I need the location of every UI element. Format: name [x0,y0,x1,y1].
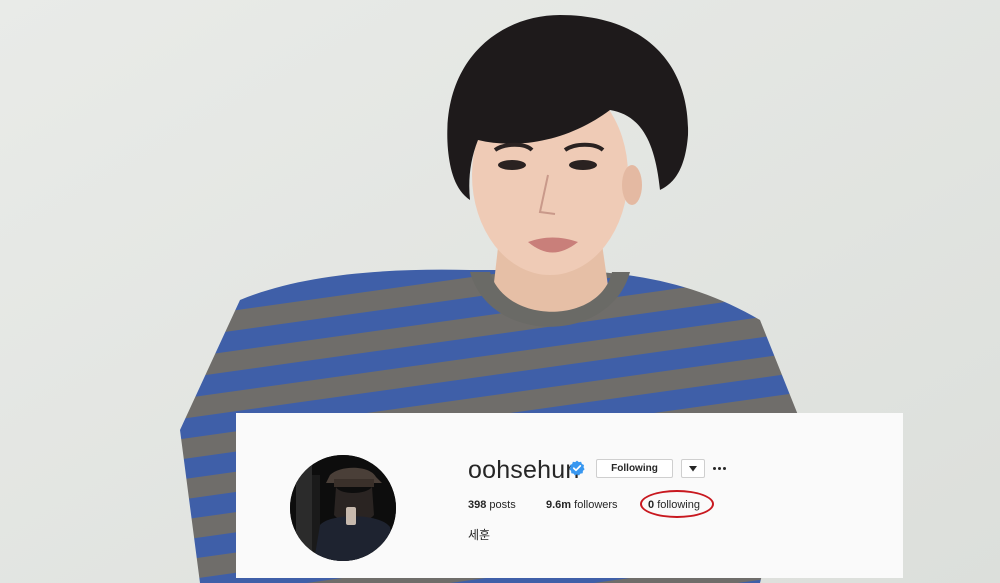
followers-count: 9.6m [546,499,572,511]
more-options-button[interactable] [710,460,728,476]
following-count-stat[interactable]: 0 following [648,498,700,512]
instagram-profile-header: oohsehun Following 398 posts 9.6m follow… [236,413,903,578]
verified-badge-icon [569,460,585,476]
profile-full-name: 세훈 [468,528,491,542]
followers-label: followers [574,499,618,511]
following-label: following [657,499,700,511]
posts-count-stat: 398 posts [468,498,516,512]
suggestions-dropdown-button[interactable] [681,459,705,478]
posts-count: 398 [468,499,487,511]
followers-count-stat[interactable]: 9.6m followers [546,498,618,512]
following-button[interactable]: Following [596,459,673,478]
more-options-icon [712,466,716,470]
posts-label: posts [489,499,516,511]
following-count: 0 [648,499,655,511]
profile-username: oohsehun [468,456,580,484]
profile-avatar[interactable] [290,455,396,561]
caret-down-icon [689,465,697,471]
avatar-image [290,455,396,561]
